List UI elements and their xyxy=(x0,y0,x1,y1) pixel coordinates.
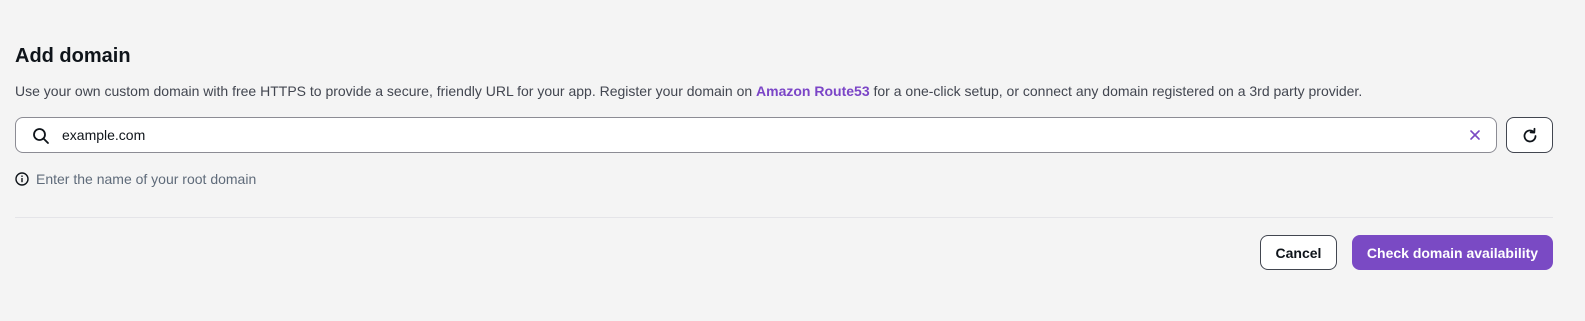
page-title: Add domain xyxy=(15,45,131,67)
cancel-button[interactable]: Cancel xyxy=(1260,235,1337,270)
domain-input[interactable] xyxy=(62,118,1442,152)
description-after-link: for a one-click setup, or connect any do… xyxy=(869,83,1363,99)
divider xyxy=(15,217,1553,218)
domain-search-field[interactable] xyxy=(15,117,1497,153)
add-domain-panel: Add domain Use your own custom domain wi… xyxy=(0,0,1585,321)
search-icon xyxy=(33,128,49,144)
check-domain-availability-button[interactable]: Check domain availability xyxy=(1352,235,1553,270)
refresh-icon xyxy=(1523,127,1537,143)
route53-link[interactable]: Amazon Route53 xyxy=(756,83,870,99)
info-icon xyxy=(15,172,29,186)
description-before-link: Use your own custom domain with free HTT… xyxy=(15,83,757,99)
hint-text: Enter the name of your root domain xyxy=(36,171,257,187)
refresh-button[interactable] xyxy=(1506,117,1553,153)
description-text: Use your own custom domain with free HTT… xyxy=(15,81,1362,101)
close-icon[interactable] xyxy=(1468,128,1482,142)
